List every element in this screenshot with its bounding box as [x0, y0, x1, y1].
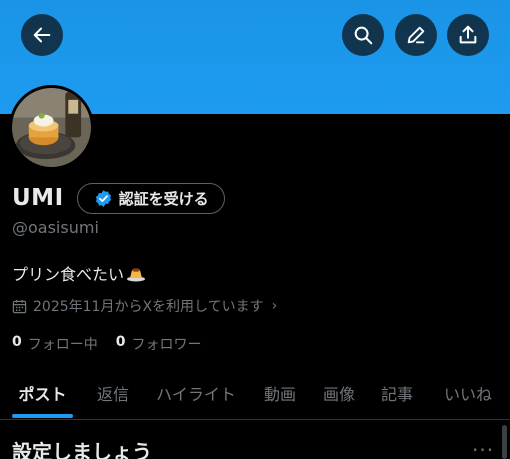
- pencil-icon: [407, 26, 425, 44]
- tab-images[interactable]: 画像: [319, 366, 359, 420]
- following-count: 0: [12, 334, 22, 350]
- avatar[interactable]: [9, 85, 94, 170]
- display-name: UMI: [12, 185, 64, 211]
- chevron-right-icon: ›: [271, 298, 278, 314]
- tab-replies[interactable]: 返信: [94, 366, 132, 420]
- active-tab-indicator: [12, 414, 73, 418]
- setup-heading: 設定しましょう: [12, 440, 152, 459]
- tab-likes[interactable]: いいね: [440, 366, 496, 420]
- more-horizontal-icon[interactable]: ···: [472, 438, 494, 459]
- bio-text: プリン食べたい: [12, 265, 125, 284]
- pudding-emoji-icon: [127, 268, 146, 282]
- scrollbar[interactable]: [502, 425, 507, 459]
- edit-profile-button[interactable]: [395, 14, 437, 56]
- joined-text: 2025年11月からXを利用しています: [33, 299, 264, 315]
- avatar-photo-pudding: [12, 88, 91, 167]
- followers-count: 0: [115, 334, 126, 350]
- calendar-icon: [12, 299, 27, 314]
- search-button[interactable]: [342, 14, 384, 56]
- tab-videos[interactable]: 動画: [261, 366, 299, 420]
- user-handle: @oasisumi: [12, 218, 99, 237]
- share-icon: [459, 25, 477, 44]
- name-row: UMI 認証を受ける: [12, 182, 225, 214]
- arrow-left-icon: [33, 27, 51, 43]
- following-link[interactable]: 0 フォロー中: [12, 334, 98, 354]
- search-icon: [354, 26, 373, 45]
- follow-stats: 0 フォロー中 0 フォロワー: [12, 334, 202, 354]
- tab-articles[interactable]: 記事: [378, 366, 416, 420]
- get-verified-button[interactable]: 認証を受ける: [76, 182, 225, 214]
- tab-highlights[interactable]: ハイライト: [152, 366, 240, 420]
- get-verified-label: 認証を受ける: [118, 189, 209, 208]
- profile-tabs: ポスト 返信 ハイライト 動画 画像 記事 いいね: [0, 366, 510, 420]
- joined-date[interactable]: 2025年11月からXを利用しています ›: [12, 296, 277, 316]
- following-label: フォロー中: [27, 337, 98, 353]
- share-button[interactable]: [447, 14, 489, 56]
- followers-link[interactable]: 0 フォロワー: [116, 334, 202, 354]
- back-button[interactable]: [21, 14, 63, 56]
- tab-posts[interactable]: ポスト: [12, 366, 73, 420]
- verified-badge-icon: [95, 189, 111, 207]
- bio: プリン食べたい: [12, 261, 146, 285]
- followers-label: フォロワー: [131, 337, 202, 353]
